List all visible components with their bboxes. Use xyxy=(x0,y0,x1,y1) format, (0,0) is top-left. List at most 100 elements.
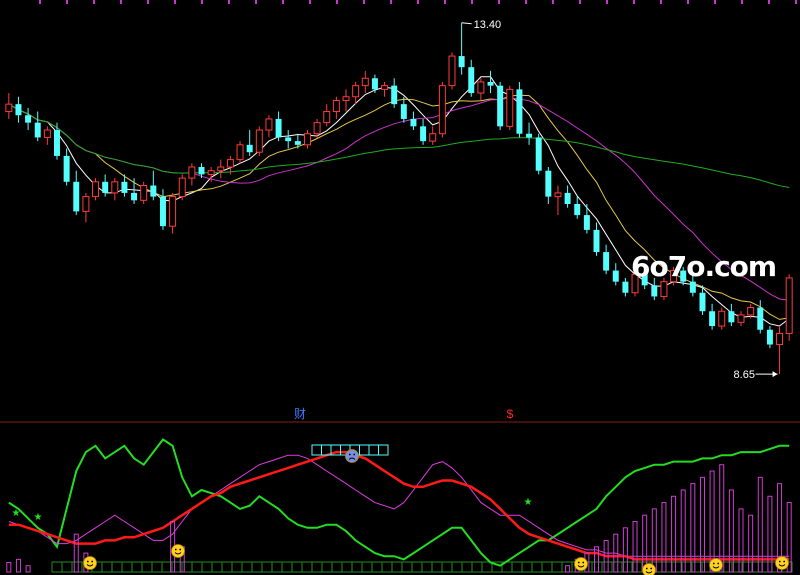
candle xyxy=(255,126,263,156)
high-price-label: 13.40 xyxy=(474,19,502,31)
candle xyxy=(371,74,378,94)
candle xyxy=(111,178,119,201)
candle xyxy=(583,204,590,234)
candle xyxy=(420,118,427,145)
candle xyxy=(554,185,562,216)
candle xyxy=(82,192,90,223)
candle xyxy=(34,111,41,142)
indicator-bar xyxy=(757,476,763,573)
candle xyxy=(776,326,784,375)
indicator-bar xyxy=(15,558,21,573)
candle xyxy=(728,303,735,327)
candle xyxy=(448,52,456,90)
candle xyxy=(391,78,398,108)
indicator-bar xyxy=(709,470,715,573)
smiley-face-icon xyxy=(709,558,723,572)
candle xyxy=(169,192,177,234)
event-marker: 财 xyxy=(294,407,306,421)
candle xyxy=(593,222,600,256)
indicator-bar xyxy=(622,527,628,573)
candle xyxy=(15,96,22,123)
smiley-face-icon xyxy=(642,563,656,575)
indicator-line xyxy=(8,438,790,567)
candle xyxy=(785,274,793,341)
candle xyxy=(718,307,726,330)
top-tick-marks xyxy=(39,0,797,4)
candle xyxy=(477,78,485,101)
candle xyxy=(487,70,494,94)
watermark-logo: 6o7o.com xyxy=(631,250,777,283)
candle xyxy=(400,96,407,123)
ma60-line xyxy=(8,103,790,188)
indicator-bar xyxy=(699,476,705,573)
candle xyxy=(5,93,13,119)
candle xyxy=(332,96,340,119)
star-icon: ★ xyxy=(12,508,21,519)
candle xyxy=(236,141,244,164)
candle xyxy=(516,81,523,138)
candle xyxy=(737,311,745,327)
candle xyxy=(246,130,253,156)
candle xyxy=(506,85,514,131)
indicator-line xyxy=(8,454,790,557)
candle xyxy=(535,133,542,175)
star-icon: ★ xyxy=(34,512,43,523)
indicator-panel: ★ ★ ★ xyxy=(6,438,793,575)
candle xyxy=(92,178,100,201)
sad-face-icon xyxy=(345,449,359,463)
candle xyxy=(73,170,80,216)
smiley-face-icon xyxy=(83,556,97,570)
low-price-label: 8.65 xyxy=(734,369,755,381)
candle xyxy=(275,111,282,142)
smiley-face-icon xyxy=(775,556,789,570)
candle xyxy=(709,303,716,330)
candle xyxy=(438,81,446,138)
candle xyxy=(757,300,764,334)
candle xyxy=(429,126,437,145)
candlesticks xyxy=(5,22,793,375)
candle xyxy=(574,196,581,219)
candle xyxy=(612,263,619,286)
chart-stage: 13.40 8.65 财 $ ★ ★ ★ 6o7o.com xyxy=(0,0,800,575)
candle xyxy=(131,178,138,204)
moving-average-lines xyxy=(8,76,790,327)
indicator-bar xyxy=(6,562,12,573)
indicator-bar xyxy=(642,514,648,573)
candle xyxy=(766,326,773,349)
candle xyxy=(410,111,417,131)
ma5-line xyxy=(8,76,790,327)
candle xyxy=(526,122,533,145)
candle xyxy=(342,89,350,112)
candle xyxy=(43,126,51,145)
candle xyxy=(468,59,475,97)
candle xyxy=(25,107,32,131)
star-icon: ★ xyxy=(524,497,533,508)
stock-chart: 13.40 8.65 财 $ ★ ★ ★ xyxy=(0,0,800,575)
candle xyxy=(361,70,369,94)
candle xyxy=(603,244,610,275)
candle xyxy=(140,181,148,204)
ma10-line xyxy=(8,94,790,320)
candle xyxy=(178,174,186,201)
candle xyxy=(564,185,571,208)
indicator-bar xyxy=(25,565,31,573)
candle xyxy=(323,104,331,127)
candle xyxy=(497,81,504,131)
candle xyxy=(188,163,196,186)
candle xyxy=(303,130,311,149)
indicator-bar xyxy=(632,521,638,573)
candle xyxy=(285,130,292,149)
candle xyxy=(622,277,629,297)
candle xyxy=(545,167,552,204)
smiley-face-icon xyxy=(171,544,185,558)
candle xyxy=(54,122,60,160)
candle xyxy=(458,22,465,75)
smiley-face-icon xyxy=(574,557,588,571)
indicator-bar xyxy=(651,508,657,573)
event-marker: $ xyxy=(507,407,514,421)
candle xyxy=(150,170,157,201)
candle xyxy=(265,115,273,138)
candle xyxy=(63,148,70,186)
candle xyxy=(381,81,389,97)
candle xyxy=(217,159,225,179)
